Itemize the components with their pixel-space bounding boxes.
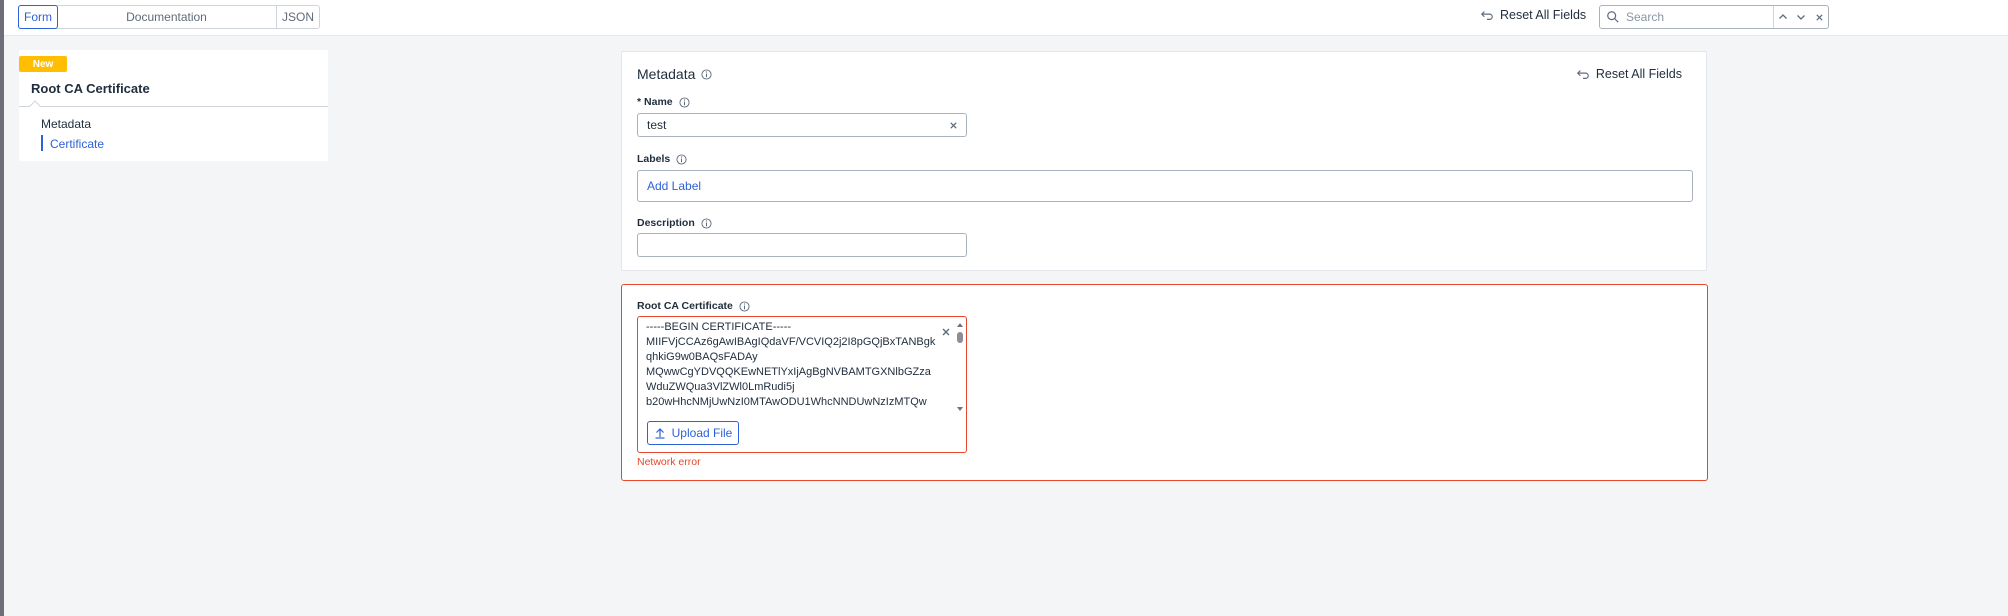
- reset-all-fields-card-button[interactable]: Reset All Fields: [1576, 67, 1682, 81]
- undo-arrow-icon: [1480, 11, 1493, 20]
- labels-label: Labels: [637, 153, 687, 165]
- close-icon: [949, 121, 957, 129]
- chevron-up-icon: [1779, 14, 1787, 19]
- name-input[interactable]: [647, 115, 937, 135]
- reset-all-fields-button[interactable]: Reset All Fields: [1480, 8, 1586, 22]
- name-label-text: Name: [644, 96, 673, 108]
- triangle-up-icon[interactable]: [956, 321, 964, 329]
- search-navigation: [1773, 6, 1828, 28]
- metadata-title: Metadata: [637, 66, 712, 82]
- close-icon: [1815, 13, 1823, 21]
- top-toolbar: Form Documentation JSON Reset All Fields: [4, 0, 2008, 36]
- name-field: [637, 113, 967, 137]
- certificate-scrollbar[interactable]: [956, 321, 964, 413]
- reset-all-fields-card-label: Reset All Fields: [1595, 67, 1682, 81]
- triangle-down-icon[interactable]: [956, 405, 964, 413]
- sidebar-divider: [19, 106, 328, 107]
- reset-all-fields-label: Reset All Fields: [1500, 8, 1587, 22]
- upload-icon: [655, 428, 665, 439]
- search-box: [1599, 5, 1829, 29]
- certificate-field: -----BEGIN CERTIFICATE----- MIIFVjCCAz6g…: [637, 316, 967, 453]
- name-label: * Name: [637, 96, 690, 108]
- certificate-label: Root CA Certificate: [637, 300, 750, 312]
- info-icon[interactable]: [701, 68, 712, 80]
- description-input[interactable]: [637, 233, 967, 257]
- info-icon[interactable]: [676, 153, 687, 165]
- labels-label-text: Labels: [637, 153, 671, 165]
- add-label-button[interactable]: Add Label: [647, 179, 701, 193]
- sidebar-pointer: [29, 100, 41, 112]
- info-icon[interactable]: [701, 217, 712, 229]
- metadata-card: Metadata Reset All Fields * Name test La…: [621, 51, 1707, 271]
- tab-form[interactable]: Form: [18, 5, 58, 29]
- labels-field[interactable]: Add Label: [637, 170, 1693, 202]
- sidebar-item-metadata[interactable]: Metadata: [41, 117, 91, 131]
- tab-documentation[interactable]: Documentation: [57, 6, 277, 28]
- clear-name-button[interactable]: [948, 120, 958, 130]
- search-input[interactable]: [1626, 7, 1766, 27]
- search-icon: [1607, 11, 1619, 23]
- required-mark: *: [637, 96, 642, 108]
- search-close-button[interactable]: [1810, 7, 1828, 27]
- scroll-thumb[interactable]: [957, 332, 963, 343]
- close-icon[interactable]: [941, 327, 951, 337]
- description-label-text: Description: [637, 217, 695, 229]
- certificate-textarea[interactable]: -----BEGIN CERTIFICATE----- MIIFVjCCAz6g…: [646, 320, 936, 412]
- sidebar-navigation: New Root CA Certificate Metadata Certifi…: [19, 50, 328, 161]
- tab-json[interactable]: JSON: [277, 6, 319, 28]
- status-badge: New: [19, 56, 67, 72]
- view-mode-switcher: Form Documentation JSON: [18, 5, 320, 29]
- info-icon[interactable]: [739, 300, 750, 312]
- window-edge: [0, 0, 4, 616]
- search-next-button[interactable]: [1792, 7, 1810, 27]
- description-label: Description: [637, 217, 712, 229]
- search-previous-button[interactable]: [1774, 7, 1792, 27]
- sidebar-title: Root CA Certificate: [31, 81, 150, 96]
- certificate-card: Root CA Certificate -----BEGIN CERTIFICA…: [621, 284, 1708, 481]
- undo-arrow-icon: [1576, 70, 1589, 79]
- error-message: Network error: [637, 456, 701, 468]
- upload-file-label: Upload File: [671, 426, 733, 440]
- certificate-label-text: Root CA Certificate: [637, 300, 733, 312]
- chevron-down-icon: [1797, 15, 1805, 20]
- upload-file-button[interactable]: Upload File: [647, 421, 739, 445]
- metadata-title-text: Metadata: [637, 66, 696, 82]
- info-icon[interactable]: [679, 96, 690, 108]
- sidebar-item-certificate[interactable]: Certificate: [41, 135, 104, 151]
